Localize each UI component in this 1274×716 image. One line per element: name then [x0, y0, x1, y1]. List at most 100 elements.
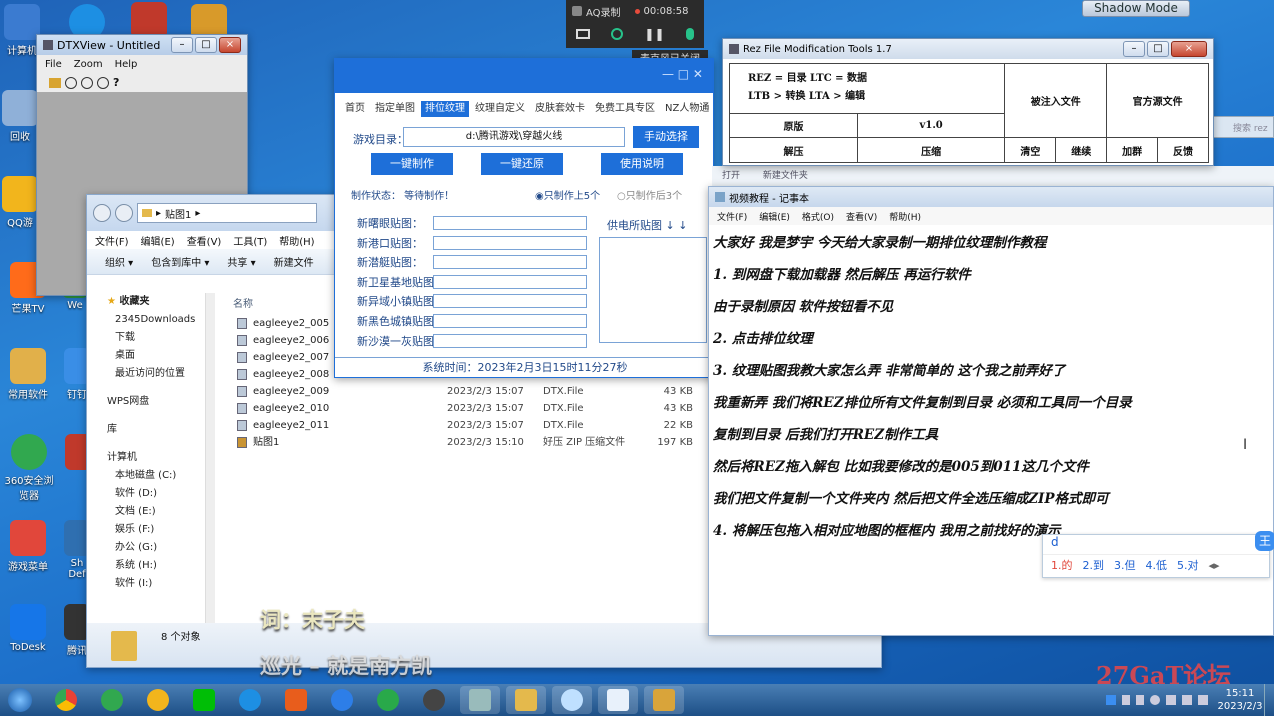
taskbar-owl[interactable] [414, 686, 454, 714]
sidebar-recent[interactable]: 最近访问的位置 [87, 365, 215, 383]
maximize-button[interactable]: □ [1147, 41, 1169, 57]
include-library-button[interactable]: 包含到库中 ▾ [151, 254, 209, 269]
source-file-cell[interactable]: 官方源文件 [1106, 62, 1209, 139]
show-desktop-button[interactable] [1264, 684, 1274, 716]
close-button[interactable]: × [219, 37, 241, 53]
taskbar-chrome[interactable] [46, 686, 86, 714]
tab-single[interactable]: 指定单图 [371, 101, 419, 117]
menu-format[interactable]: 格式(O) [802, 210, 834, 223]
sidebar-drive-g[interactable]: 办公 (G:) [87, 539, 215, 557]
sidebar-drive-i[interactable]: 软件 (I:) [87, 575, 215, 593]
tray-icon[interactable] [1166, 695, 1176, 705]
pause-icon[interactable]: ❚❚ [644, 27, 664, 41]
clock[interactable]: 15:11 2023/2/3 [1216, 687, 1264, 713]
sidebar-wps[interactable]: WPS网盘 [87, 393, 215, 411]
sidebar-downloads[interactable]: 下载 [87, 329, 215, 347]
pack-button[interactable]: 压缩 [856, 137, 1006, 163]
taskbar-explorer[interactable] [506, 686, 546, 714]
file-row[interactable]: eagleeye2_011 2023/2/3 15:07 DTX.File 22 KB [233, 417, 693, 434]
minimize-button[interactable]: – [1123, 41, 1145, 57]
map-drop-field[interactable] [433, 274, 587, 289]
menu-zoom[interactable]: Zoom [74, 59, 103, 70]
taskbar-ie[interactable] [230, 686, 270, 714]
ime-candidate-3[interactable]: 3.但 [1114, 555, 1136, 577]
maximize-button[interactable]: □ [195, 37, 217, 53]
share-button[interactable]: 共享 ▾ [227, 254, 255, 269]
menu-help[interactable]: 帮助(H) [279, 233, 314, 248]
ime-candidate-2[interactable]: 2.到 [1083, 555, 1105, 577]
sidebar-2345downloads[interactable]: 2345Downloads [87, 311, 215, 329]
minimize-button[interactable]: – [171, 37, 193, 53]
menu-edit[interactable]: 编辑(E) [141, 233, 175, 248]
desktop-icon-qq[interactable]: QQ游 [0, 176, 40, 229]
desktop-icon-recycle[interactable]: 回收 [0, 90, 40, 143]
desktop-icon-todesk[interactable]: ToDesk [0, 604, 56, 653]
ime-tray-icon[interactable] [1106, 695, 1116, 705]
help-icon[interactable]: ? [113, 76, 119, 89]
ime-candidate-5[interactable]: 5.对 [1177, 555, 1199, 577]
manual-select-button[interactable]: 手动选择 [633, 126, 699, 148]
menu-tools[interactable]: 工具(T) [233, 233, 267, 248]
search-field[interactable]: 搜索 rez [1233, 121, 1268, 134]
join-group-button[interactable]: 加群 [1106, 137, 1159, 163]
file-row[interactable]: 贴图1 2023/2/3 15:10 好压 ZIP 压缩文件 197 KB [233, 434, 693, 451]
dtxview-titlebar[interactable]: DTXView - Untitled – □ × [37, 35, 247, 55]
texture-tool-titlebar[interactable]: — □ ✕ [335, 59, 713, 93]
sidebar-drive-e[interactable]: 文档 (E:) [87, 503, 215, 521]
address-field[interactable]: ▸ 贴图1 ▸ [137, 203, 317, 223]
map-drop-field[interactable] [433, 333, 587, 348]
file-row[interactable]: eagleeye2_010 2023/2/3 15:07 DTX.File 43 KB [233, 400, 693, 417]
sidebar-drive-h[interactable]: 系统 (H:) [87, 557, 215, 575]
menu-view[interactable]: 查看(V) [187, 233, 222, 248]
taskbar-tool[interactable] [644, 686, 684, 714]
taskbar-dtx[interactable] [460, 686, 500, 714]
game-dir-field[interactable]: d:\腾讯游戏\穿越火线 [403, 127, 625, 147]
open-icon[interactable] [49, 77, 61, 88]
tab-custom[interactable]: 纹理自定义 [471, 101, 529, 117]
organize-button[interactable]: 组织 ▾ [105, 254, 133, 269]
open-label[interactable]: 打开 [722, 171, 740, 181]
sidebar-favorites[interactable]: ★ 收藏夹 [87, 293, 215, 311]
rez-titlebar[interactable]: Rez File Modification Tools 1.7 – □ × [723, 39, 1213, 59]
sidebar-drive-f[interactable]: 娱乐 (F:) [87, 521, 215, 539]
shadow-mode-button[interactable]: Shadow Mode [1082, 0, 1190, 17]
back-icon[interactable] [93, 204, 111, 222]
desktop-icon-360[interactable]: 360安全浏览器 [0, 434, 58, 502]
radio-last3[interactable]: ○只制作后3个 [617, 187, 682, 202]
ime-candidate-1[interactable]: 1.的 [1051, 555, 1073, 577]
microphone-icon[interactable] [685, 28, 694, 40]
tab-skin[interactable]: 皮肤套效卡 [531, 101, 589, 117]
sidebar-library[interactable]: 库 [87, 421, 215, 439]
new-folder-label[interactable]: 新建文件夹 [763, 171, 808, 181]
one-click-restore-button[interactable]: 一键还原 [481, 153, 563, 175]
power-station-box[interactable] [599, 237, 707, 343]
tray-icon[interactable] [1122, 695, 1130, 705]
taskbar-cloud[interactable] [552, 686, 592, 714]
continue-button[interactable]: 继续 [1055, 137, 1108, 163]
menu-edit[interactable]: 编辑(E) [759, 210, 790, 223]
map-drop-field[interactable] [433, 255, 587, 270]
start-button[interactable] [0, 684, 40, 716]
map-drop-field[interactable] [433, 235, 587, 250]
sidebar-drive-d[interactable]: 软件 (D:) [87, 485, 215, 503]
taskbar-iqiyi[interactable] [184, 686, 224, 714]
tab-nz[interactable]: NZ人物通 [661, 101, 713, 117]
taskbar-qq[interactable] [138, 686, 178, 714]
taskbar-g[interactable] [276, 686, 316, 714]
clear-button[interactable]: 清空 [1004, 137, 1057, 163]
notepad-titlebar[interactable]: 视频教程 - 记事本 [709, 187, 1273, 207]
tab-free-tools[interactable]: 免费工具专区 [591, 101, 659, 117]
taskbar-notepad[interactable] [598, 686, 638, 714]
record-icon[interactable] [611, 28, 624, 40]
tab-home[interactable]: 首页 [341, 101, 369, 117]
injected-file-cell[interactable]: 被注入文件 [1004, 62, 1108, 139]
volume-icon[interactable] [1198, 695, 1208, 705]
sidebar-drive-c[interactable]: 本地磁盘 (C:) [87, 467, 215, 485]
ime-candidate-4[interactable]: 4.低 [1146, 555, 1168, 577]
zoom-fit-icon[interactable] [65, 76, 77, 89]
sidebar-desktop[interactable]: 桌面 [87, 347, 215, 365]
map-drop-field[interactable] [433, 314, 587, 328]
feedback-button[interactable]: 反馈 [1157, 137, 1209, 163]
ime-page-arrows-icon[interactable]: ◂▸ [1209, 555, 1220, 577]
tab-rank-texture[interactable]: 排位纹理 [421, 101, 469, 117]
